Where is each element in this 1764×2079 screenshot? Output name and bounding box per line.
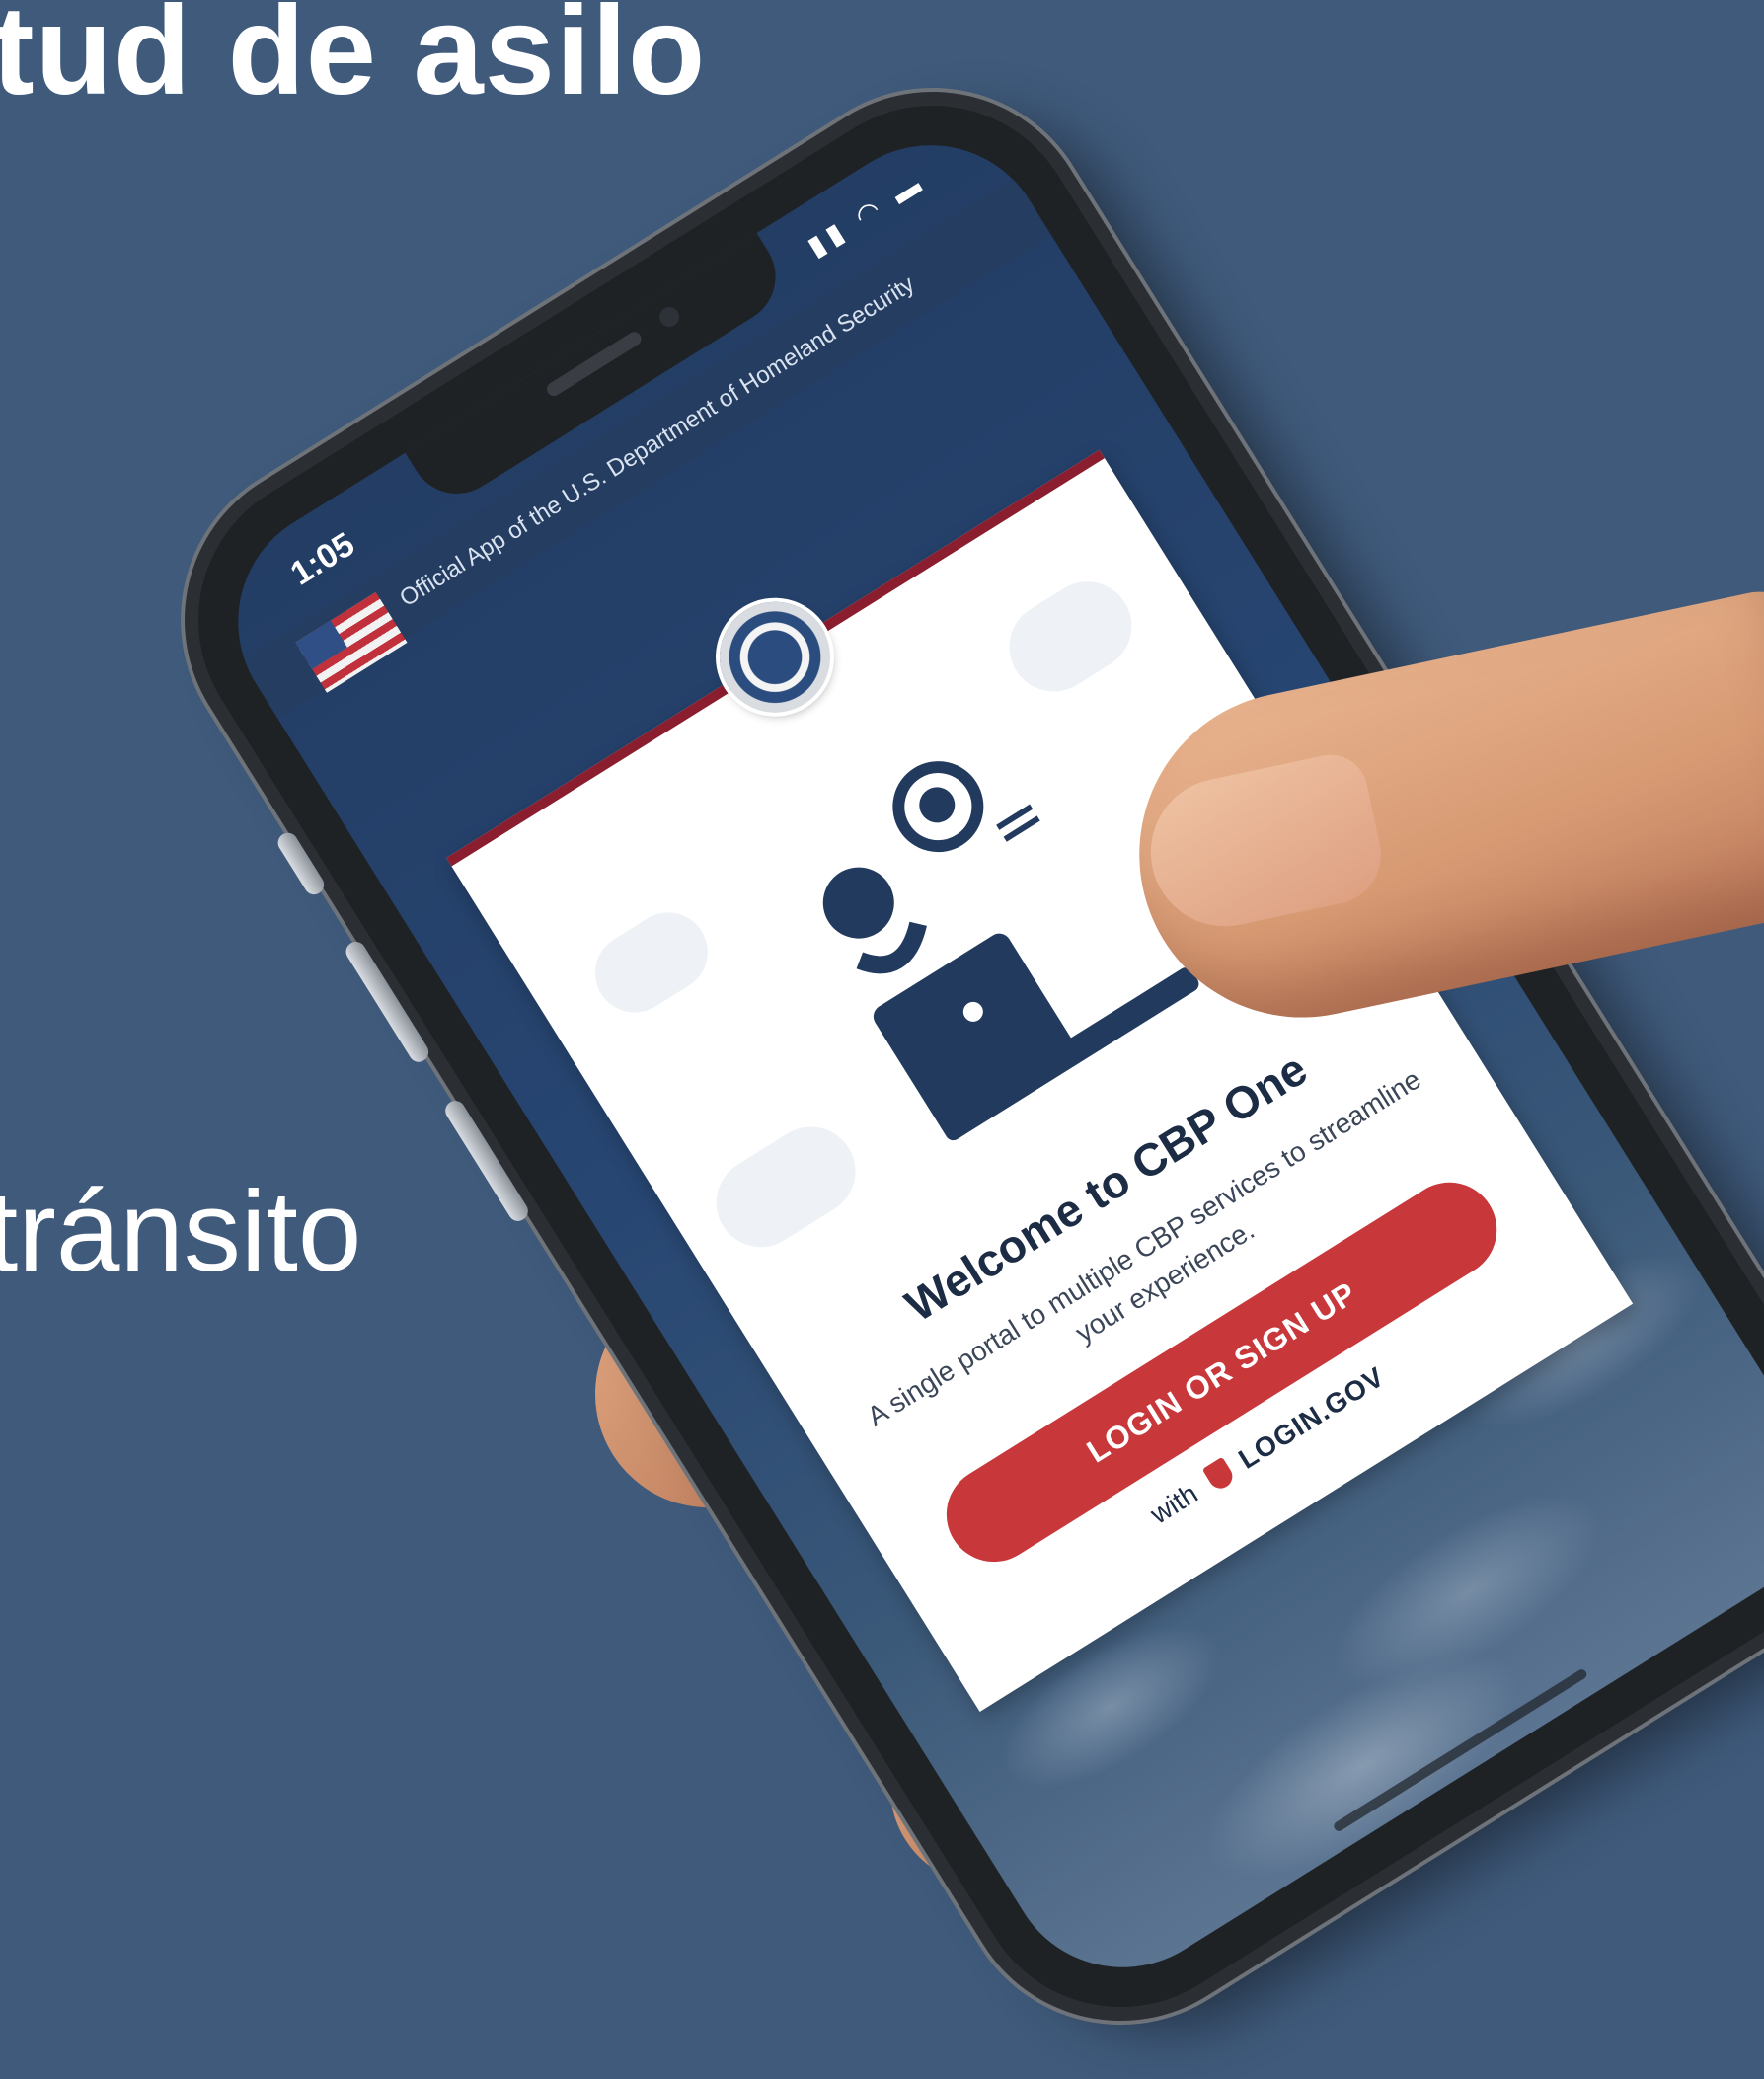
camera (655, 303, 683, 331)
phone: 1:05 ▮▮ ◠ ▬ Official App of the U.S. Dep… (142, 49, 1764, 2063)
speaker (544, 329, 645, 399)
dhs-seal-icon (698, 580, 852, 733)
slide-title: tud de asilo (0, 0, 707, 121)
slide-text: tránsito (0, 1167, 362, 1295)
side-button (273, 828, 328, 898)
with-prefix: with (1144, 1477, 1203, 1530)
status-time: 1:05 (283, 525, 361, 593)
phone-screen: 1:05 ▮▮ ◠ ▬ Official App of the U.S. Dep… (193, 101, 1764, 2012)
side-button (342, 938, 432, 1066)
side-button (441, 1097, 532, 1225)
login-gov-shield-icon (1201, 1456, 1237, 1494)
